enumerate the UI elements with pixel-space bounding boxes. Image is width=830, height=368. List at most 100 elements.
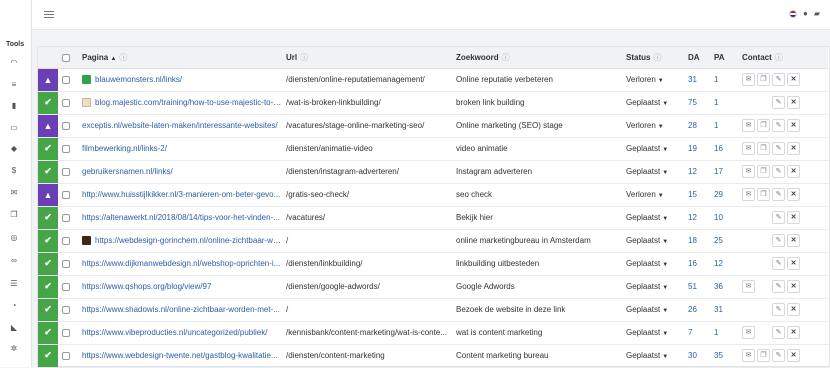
status-dropdown[interactable]: Geplaatst ▼: [622, 321, 684, 345]
edit-icon[interactable]: ✎: [772, 188, 785, 201]
header-zoekwoord[interactable]: Zoekwoord ⓘ: [452, 47, 622, 69]
pagina-link[interactable]: https://www.webdesign-twente.net/gastblo…: [82, 351, 278, 360]
flag-nl-icon[interactable]: [789, 10, 797, 18]
pagina-link[interactable]: https://www.shadowis.nl/online-zichtbaar…: [82, 305, 280, 314]
edit-icon[interactable]: ✎: [772, 234, 785, 247]
user-icon[interactable]: ●: [803, 10, 808, 18]
edit-icon[interactable]: ✎: [772, 257, 785, 270]
header-contact[interactable]: Contact ⓘ: [738, 47, 828, 69]
row-checkbox[interactable]: [62, 305, 70, 314]
row-select[interactable]: [58, 229, 78, 253]
delete-icon[interactable]: ✕: [787, 234, 800, 247]
gear-icon[interactable]: ✲: [9, 344, 19, 354]
status-dropdown[interactable]: Verloren ▼: [622, 114, 684, 138]
status-dropdown[interactable]: Geplaatst ▼: [622, 344, 684, 368]
status-dropdown[interactable]: Geplaatst ▼: [622, 137, 684, 161]
tag-icon[interactable]: ◣: [9, 323, 19, 333]
delete-icon[interactable]: ✕: [787, 188, 800, 201]
edit-icon[interactable]: ✎: [772, 326, 785, 339]
row-select[interactable]: [58, 206, 78, 230]
delete-icon[interactable]: ✕: [787, 349, 800, 362]
row-select[interactable]: [58, 275, 78, 299]
edit-icon[interactable]: ✎: [772, 73, 785, 86]
row-checkbox[interactable]: [62, 351, 70, 360]
clone-icon[interactable]: ❐: [9, 210, 19, 220]
edit-icon[interactable]: ✎: [772, 303, 785, 316]
status-dropdown[interactable]: Verloren ▼: [622, 183, 684, 207]
delete-icon[interactable]: ✕: [787, 165, 800, 178]
copy-icon[interactable]: ❐: [757, 188, 770, 201]
bar-chart-icon[interactable]: ▮: [9, 101, 19, 111]
pagina-link[interactable]: gebruikersnamen.nl/links/: [82, 167, 173, 176]
row-checkbox[interactable]: [62, 167, 70, 176]
row-checkbox[interactable]: [62, 213, 70, 222]
copy-icon[interactable]: ❐: [757, 119, 770, 132]
edit-icon[interactable]: ✎: [772, 119, 785, 132]
pagina-link[interactable]: https://webdesign-gorinchem.nl/online-zi…: [95, 236, 282, 245]
envelope-icon[interactable]: ✉: [742, 73, 755, 86]
copy-icon[interactable]: ❐: [757, 165, 770, 178]
pagina-link[interactable]: filmbewerking.nl/links-2/: [82, 144, 167, 153]
pagina-link[interactable]: http://www.huisstijlkikker.nl/3-manieren…: [82, 190, 280, 199]
status-dropdown[interactable]: Geplaatst ▼: [622, 91, 684, 115]
header-da[interactable]: DA: [684, 47, 710, 69]
row-checkbox[interactable]: [62, 144, 70, 153]
edit-icon[interactable]: ✎: [772, 165, 785, 178]
row-checkbox[interactable]: [62, 282, 70, 291]
header-pa[interactable]: PA: [710, 47, 738, 69]
row-select[interactable]: [58, 114, 78, 138]
delete-icon[interactable]: ✕: [787, 142, 800, 155]
status-dropdown[interactable]: Geplaatst ▼: [622, 298, 684, 322]
row-select[interactable]: [58, 298, 78, 322]
delete-icon[interactable]: ✕: [787, 257, 800, 270]
delete-icon[interactable]: ✕: [787, 96, 800, 109]
status-dropdown[interactable]: Geplaatst ▼: [622, 229, 684, 253]
envelope-icon[interactable]: ✉: [742, 326, 755, 339]
row-checkbox[interactable]: [62, 75, 70, 84]
target-icon[interactable]: ◎: [9, 233, 19, 243]
graduation-cap-icon[interactable]: ◆: [9, 144, 19, 154]
id-card-icon[interactable]: ▭: [9, 123, 19, 133]
envelope-icon[interactable]: ✉: [9, 188, 19, 198]
delete-icon[interactable]: ✕: [787, 73, 800, 86]
status-dropdown[interactable]: Geplaatst ▼: [622, 160, 684, 184]
row-select[interactable]: [58, 91, 78, 115]
status-dropdown[interactable]: Verloren ▼: [622, 68, 684, 92]
envelope-icon[interactable]: ✉: [742, 142, 755, 155]
list-icon[interactable]: ☰: [9, 279, 19, 289]
row-select[interactable]: [58, 344, 78, 368]
row-checkbox[interactable]: [62, 190, 70, 199]
delete-icon[interactable]: ✕: [787, 280, 800, 293]
envelope-icon[interactable]: ✉: [742, 280, 755, 293]
copy-icon[interactable]: ❐: [757, 73, 770, 86]
edit-icon[interactable]: ✎: [772, 349, 785, 362]
header-pagina[interactable]: Pagina ▲ ⓘ: [78, 47, 282, 69]
row-select[interactable]: [58, 160, 78, 184]
edit-icon[interactable]: ✎: [772, 211, 785, 224]
row-select[interactable]: [58, 68, 78, 92]
row-select[interactable]: [58, 137, 78, 161]
row-checkbox[interactable]: [62, 98, 70, 107]
pagina-link[interactable]: https://www.vibeproducties.nl/uncategori…: [82, 328, 267, 337]
edit-icon[interactable]: ✎: [772, 142, 785, 155]
envelope-icon[interactable]: ✉: [742, 119, 755, 132]
envelope-icon[interactable]: ✉: [742, 165, 755, 178]
delete-icon[interactable]: ✕: [787, 326, 800, 339]
copy-icon[interactable]: ❐: [757, 142, 770, 155]
delete-icon[interactable]: ✕: [787, 303, 800, 316]
status-dropdown[interactable]: Geplaatst ▼: [622, 252, 684, 276]
sliders-icon[interactable]: ≡: [9, 80, 19, 90]
gauge-icon[interactable]: ◠: [9, 58, 19, 68]
row-checkbox[interactable]: [62, 328, 70, 337]
link-icon[interactable]: ∞: [9, 256, 19, 266]
status-dropdown[interactable]: Geplaatst ▼: [622, 206, 684, 230]
header-select-all[interactable]: [58, 47, 78, 69]
header-status[interactable]: Status ⓘ: [622, 47, 684, 69]
header-url[interactable]: Url ⓘ: [282, 47, 452, 69]
pagina-link[interactable]: exceptis.nl/website-laten-maken/interess…: [82, 121, 278, 130]
pagina-link[interactable]: blauwemonsters.nl/links/: [95, 75, 182, 84]
edit-icon[interactable]: ✎: [772, 280, 785, 293]
envelope-icon[interactable]: ✉: [742, 188, 755, 201]
pie-chart-icon[interactable]: ◔: [9, 301, 19, 311]
chat-icon[interactable]: ▰: [814, 10, 820, 18]
